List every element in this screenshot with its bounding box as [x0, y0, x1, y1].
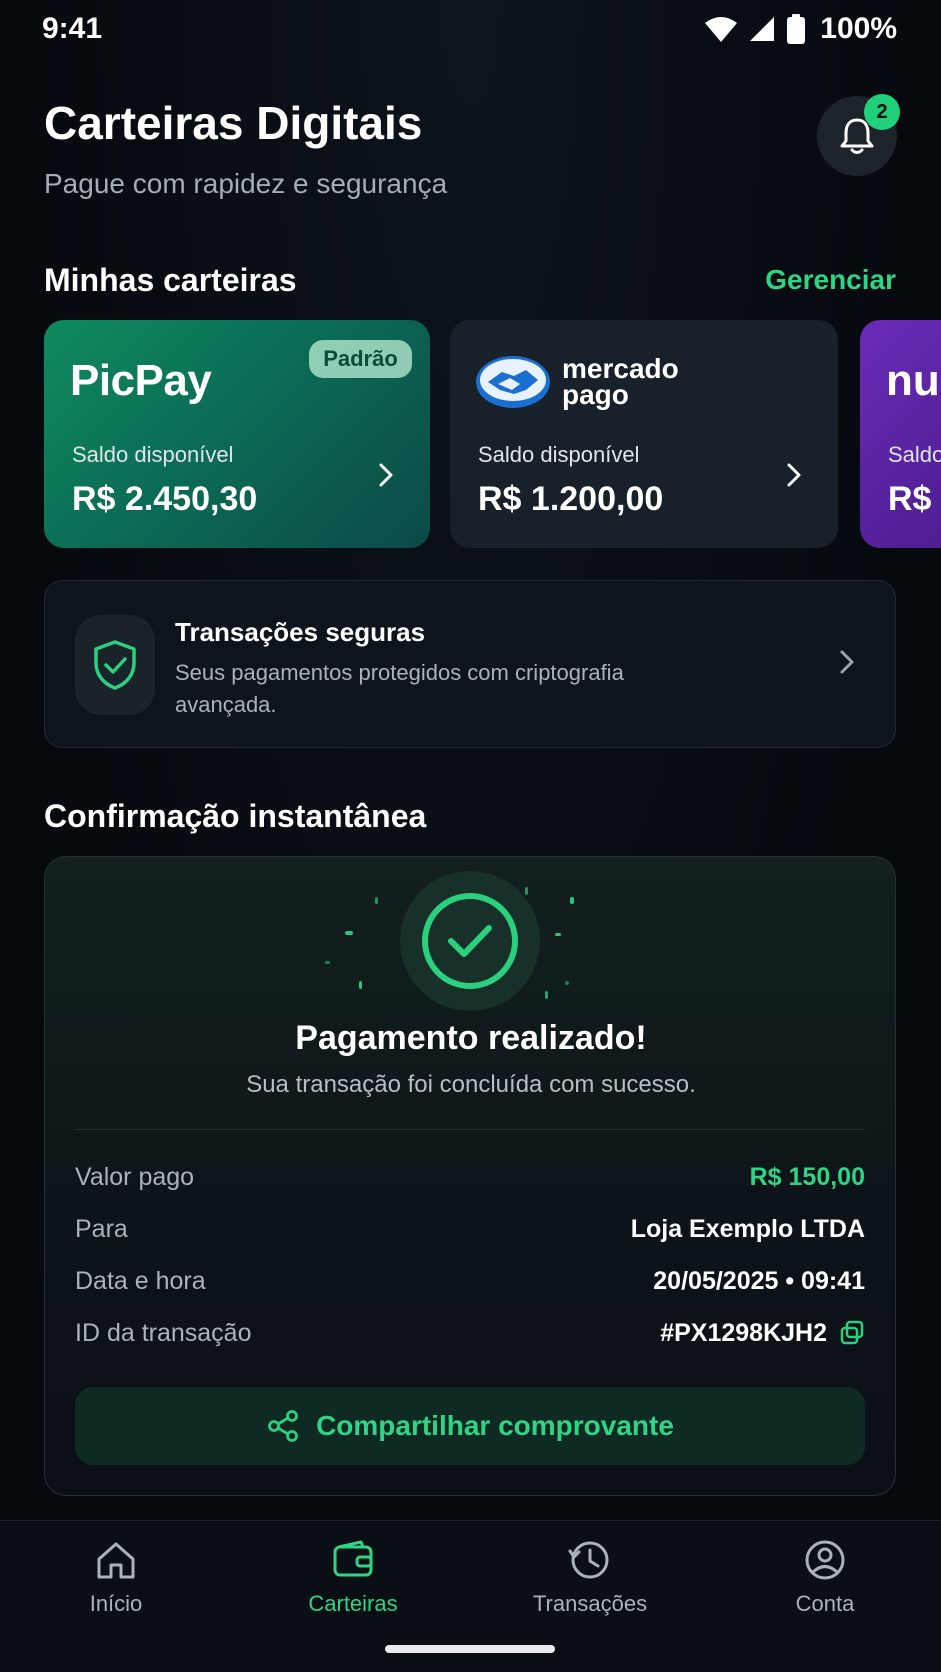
- wallet-balance: R$ 2.450,30: [72, 480, 258, 518]
- nav-item-carteiras[interactable]: Carteiras: [263, 1539, 443, 1617]
- detail-value-amount: R$ 150,00: [749, 1162, 865, 1191]
- wallet-balance-label: Saldo: [888, 442, 941, 467]
- chevron-right-icon: [787, 463, 801, 487]
- battery-percentage: 100%: [820, 12, 897, 45]
- detail-value-transaction-id: #PX1298KJH2: [660, 1319, 865, 1348]
- share-receipt-button[interactable]: Compartilhar comprovante: [75, 1387, 865, 1465]
- nav-label: Início: [89, 1591, 143, 1616]
- detail-label: Data e hora: [75, 1266, 206, 1295]
- secure-description: Seus pagamentos protegidos com criptogra…: [175, 660, 624, 717]
- wallet-card-mercado-pago[interactable]: mercado pago Saldo disponível R$ 1.200,0…: [450, 320, 838, 548]
- manage-wallets-link[interactable]: Gerenciar: [765, 264, 896, 296]
- notification-badge: 2: [864, 94, 900, 130]
- mercado-pago-brand-line2: pago: [562, 379, 629, 410]
- confirmation-subtitle: Sua transação foi concluída com sucesso.: [246, 1071, 696, 1098]
- wallet-balance: R$ 1.200,00: [478, 480, 664, 518]
- confetti-piece: [375, 897, 378, 904]
- confetti-piece: [325, 961, 330, 964]
- confetti-piece: [565, 981, 569, 985]
- confetti-piece: [545, 991, 548, 999]
- confetti-piece: [570, 897, 574, 904]
- share-icon: [268, 1410, 298, 1442]
- page-subtitle: Pague com rapidez e segurança: [44, 168, 448, 199]
- signal-icon: [750, 17, 775, 41]
- transaction-id-text: #PX1298KJH2: [660, 1318, 827, 1347]
- shield-check-icon: [94, 640, 136, 690]
- wallet-balance: R$: [888, 480, 932, 518]
- mercado-pago-logo: mercado pago: [474, 354, 679, 410]
- detail-row-recipient: Para Loja Exemplo LTDA: [75, 1209, 865, 1249]
- nubank-logo: nu: [886, 356, 940, 405]
- secure-icon-container: [75, 615, 155, 715]
- share-receipt-label: Compartilhar comprovante: [316, 1410, 674, 1441]
- wallet-balance-label: Saldo disponível: [478, 442, 640, 467]
- detail-label: ID da transação: [75, 1318, 252, 1347]
- detail-row-amount: Valor pago R$ 150,00: [75, 1157, 865, 1197]
- copy-icon[interactable]: [839, 1320, 865, 1346]
- confirmation-section-title: Confirmação instantânea: [44, 798, 427, 834]
- wallet-balance-label: Saldo disponível: [72, 442, 234, 467]
- picpay-logo: PicPay: [70, 356, 212, 405]
- wallets-section-title: Minhas carteiras: [44, 262, 297, 298]
- detail-row-transaction-id: ID da transação #PX1298KJH2: [75, 1313, 865, 1353]
- divider: [75, 1129, 865, 1130]
- detail-value-recipient: Loja Exemplo LTDA: [630, 1214, 865, 1243]
- nav-label: Transações: [532, 1591, 648, 1616]
- home-icon: [97, 1542, 135, 1579]
- handshake-icon: [476, 356, 550, 408]
- page-title: Carteiras Digitais: [44, 97, 423, 149]
- nav-label: Conta: [795, 1591, 855, 1616]
- status-time: 9:41: [42, 12, 103, 45]
- confetti-piece: [525, 887, 528, 895]
- home-indicator: [385, 1645, 555, 1653]
- confirmation-title: Pagamento realizado!: [295, 1019, 647, 1057]
- nav-item-conta[interactable]: Conta: [735, 1539, 915, 1617]
- detail-label: Valor pago: [75, 1162, 195, 1191]
- wallet-card-picpay[interactable]: PicPay Padrão Saldo disponível R$ 2.450,…: [44, 320, 430, 548]
- confetti-piece: [555, 933, 561, 936]
- detail-value-datetime: 20/05/2025 • 09:41: [653, 1266, 865, 1295]
- secure-title: Transações seguras: [175, 617, 426, 647]
- status-icons: 100%: [704, 12, 897, 46]
- history-icon: [568, 1541, 609, 1579]
- wifi-icon: [705, 17, 738, 42]
- nav-label: Carteiras: [308, 1591, 398, 1616]
- wallet-icon: [333, 1540, 373, 1577]
- nav-item-transacoes[interactable]: Transações: [500, 1539, 680, 1617]
- battery-icon: [787, 14, 806, 44]
- confetti-piece: [359, 981, 362, 989]
- chevron-right-icon: [379, 463, 393, 487]
- default-badge: Padrão: [309, 340, 412, 378]
- status-bar: 9:41 100%: [0, 0, 941, 60]
- check-icon: [448, 925, 492, 957]
- nav-item-inicio[interactable]: Início: [26, 1539, 206, 1617]
- payment-confirmation-card: Pagamento realizado! Sua transação foi c…: [44, 856, 896, 1496]
- chevron-right-icon: [840, 650, 854, 674]
- detail-row-datetime: Data e hora 20/05/2025 • 09:41: [75, 1261, 865, 1301]
- wallet-card-nubank[interactable]: nu Saldo R$: [860, 320, 941, 548]
- secure-transactions-card[interactable]: Transações seguras Seus pagamentos prote…: [44, 580, 896, 748]
- detail-label: Para: [75, 1214, 128, 1243]
- success-ring: [422, 893, 518, 989]
- confetti-piece: [345, 931, 353, 935]
- user-icon: [805, 1540, 845, 1580]
